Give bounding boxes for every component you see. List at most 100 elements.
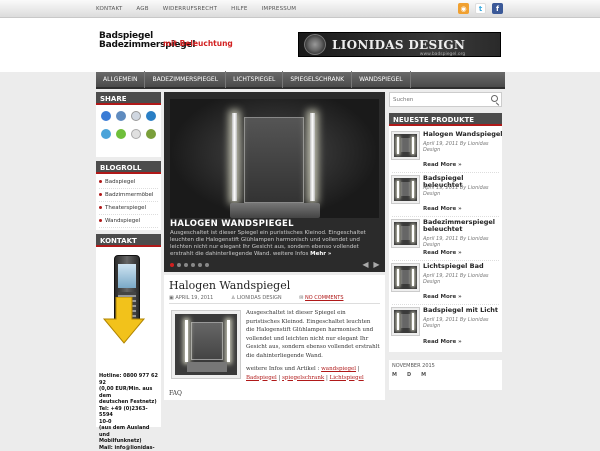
product-date: April 19, 2011 By Lionidas Design <box>423 141 503 153</box>
nav-lichtspiegel[interactable]: LICHTSPIEGEL <box>226 71 283 88</box>
technorati-icon[interactable] <box>116 129 126 139</box>
product-read-more[interactable]: Read More » <box>423 162 462 168</box>
post-title[interactable]: Halogen Wandspiegel <box>169 279 380 294</box>
product-name[interactable]: Halogen Wandspiegel <box>423 131 503 138</box>
logo-accent: mit Beleuchtung <box>163 39 233 48</box>
product-item[interactable]: Halogen Wandspiegel April 19, 2011 By Li… <box>392 129 499 173</box>
slide-arrows: ◀ ▶ <box>362 260 380 269</box>
banner-url: www.badspiegel.org <box>420 52 465 57</box>
product-item[interactable]: Badezimmerspiegel beleuchtet April 19, 2… <box>392 217 499 261</box>
slide-dot[interactable] <box>170 263 174 267</box>
product-name[interactable]: Lichtspiegel Bad <box>423 263 503 270</box>
product-item[interactable]: Lichtspiegel Bad April 19, 2011 By Lioni… <box>392 261 499 305</box>
topnav-impressum[interactable]: IMPRESSUM <box>262 6 297 12</box>
slide-dot[interactable] <box>177 263 181 267</box>
post-excerpt: Ausgeschaltet ist dieser Spiegel ein pur… <box>246 309 380 360</box>
blogroll-item[interactable]: Wandspiegel <box>99 215 158 228</box>
stumbleupon-icon[interactable] <box>146 111 156 121</box>
next-arrow-icon[interactable]: ▶ <box>373 260 380 269</box>
post-date: ▣ APRIL 19, 2011 <box>169 295 221 301</box>
post-date-text: APRIL 19, 2011 <box>175 295 213 301</box>
kontakt-mail[interactable]: Mail: info@lionidas- <box>99 445 159 451</box>
calendar-day: M <box>392 372 397 378</box>
topnav-agb[interactable]: AGB <box>136 6 148 12</box>
kontakt-box: Hotline: 0800 977 62 92 (0,00 EUR/Min. a… <box>96 247 161 427</box>
digg-icon[interactable] <box>116 111 126 121</box>
product-thumbnail[interactable] <box>392 132 419 159</box>
rss-icon[interactable]: ◉ <box>458 3 469 14</box>
furl-icon[interactable] <box>146 129 156 139</box>
product-date: April 19, 2011 By Lionidas Design <box>423 273 503 285</box>
banner-brand: LIONIDAS DESIGNwww.badspiegel.org <box>332 38 465 52</box>
share-box <box>96 105 161 157</box>
post-meta: ▣ APRIL 19, 2011 ♙ LIONIDAS DESIGN ✉ NO … <box>169 295 380 304</box>
product-name[interactable]: Badspiegel mit Licht <box>423 307 503 314</box>
left-sidebar: SHARE BLOGROLL Badspiegel Badzimmermöbel… <box>96 92 161 427</box>
nav-allgemein[interactable]: ALLGEMEIN <box>96 71 145 88</box>
blogroll-item[interactable]: Badspiegel <box>99 176 158 189</box>
right-sidebar: NEUESTE PRODUKTE Halogen Wandspiegel Apr… <box>389 92 502 390</box>
twitter-share-icon[interactable] <box>101 129 111 139</box>
product-thumbnail[interactable] <box>392 220 419 247</box>
blogroll-item[interactable]: Theaterspiegel <box>99 202 158 215</box>
post-comments-link[interactable]: NO COMMENTS <box>305 295 343 301</box>
calendar-days: M D M <box>392 372 499 378</box>
nav-spiegelschrank[interactable]: SPIEGELSCHRANK <box>283 71 352 88</box>
reddit-icon[interactable] <box>131 111 141 121</box>
neueste-list: Halogen Wandspiegel April 19, 2011 By Li… <box>389 126 502 352</box>
lion-logo-icon <box>304 34 326 55</box>
product-item[interactable]: Badspiegel beleuchtet April 19, 2011 By … <box>392 173 499 217</box>
nav-wandspiegel[interactable]: WANDSPIEGEL <box>352 71 411 88</box>
nav-badezimmerspiegel[interactable]: BADEZIMMERSPIEGEL <box>145 71 226 88</box>
product-thumbnail[interactable] <box>392 308 419 335</box>
post-link-badspiegel[interactable]: Badspiegel <box>246 375 277 381</box>
delicious-icon[interactable] <box>101 111 111 121</box>
post-link-wandspiegel[interactable]: wandspiegel <box>321 366 356 372</box>
post-link-spiegelschrank[interactable]: spiegelschrank <box>282 375 324 381</box>
topnav-hilfe[interactable]: HILFE <box>231 6 247 12</box>
topnav-widerrufsrecht[interactable]: WIDERRUFSRECHT <box>163 6 217 12</box>
facebook-icon[interactable]: f <box>492 3 503 14</box>
topnav-kontakt[interactable]: KONTAKT <box>96 6 122 12</box>
slide-text: Ausgeschaltet ist dieser Spiegel ein pur… <box>170 230 380 258</box>
blogroll-item[interactable]: Badzimmermöbel <box>99 189 158 202</box>
product-thumbnail[interactable] <box>392 264 419 291</box>
post-author: ♙ LIONIDAS DESIGN <box>231 295 290 301</box>
google-icon[interactable] <box>131 129 141 139</box>
slide-title[interactable]: HALOGEN WANDSPIEGEL <box>170 219 294 229</box>
lionidas-banner[interactable]: LIONIDAS DESIGNwww.badspiegel.org <box>298 32 501 57</box>
product-name[interactable]: Badezimmerspiegel beleuchtet <box>423 219 503 233</box>
calendar-widget: NOVEMBER 2015 M D M <box>389 360 502 390</box>
post-article: Halogen Wandspiegel ▣ APRIL 19, 2011 ♙ L… <box>164 275 385 400</box>
search-input[interactable] <box>390 93 485 106</box>
product-thumbnail[interactable] <box>392 176 419 203</box>
arrow-down-icon <box>102 297 146 345</box>
slide-image[interactable] <box>170 99 379 218</box>
site-logo[interactable]: Badspiegel Badezimmerspiegel mit Beleuch… <box>99 32 195 50</box>
slide-dot[interactable] <box>205 263 209 267</box>
slide-dot[interactable] <box>184 263 188 267</box>
post-link-lichtspiegel[interactable]: Lichtspiegel <box>330 375 364 381</box>
banner-brand-text: LIONIDAS DESIGN <box>332 38 465 52</box>
site-header: Badspiegel Badezimmerspiegel mit Beleuch… <box>0 18 600 72</box>
post-links: weitere Infos und Artikel : wandspiegel … <box>246 365 380 382</box>
prev-arrow-icon[interactable]: ◀ <box>362 260 369 269</box>
kontakt-line: (aus dem Ausland und <box>99 425 159 438</box>
product-read-more[interactable]: Read More » <box>423 294 462 300</box>
main-nav: ALLGEMEIN BADEZIMMERSPIEGEL LICHTSPIEGEL… <box>96 72 505 89</box>
featured-slider[interactable]: HALOGEN WANDSPIEGEL Ausgeschaltet ist di… <box>164 92 385 272</box>
product-read-more[interactable]: Read More » <box>423 250 462 256</box>
post-author-text: LIONIDAS DESIGN <box>237 295 282 301</box>
slide-dot[interactable] <box>198 263 202 267</box>
slide-more-link[interactable]: Mehr » <box>310 251 331 257</box>
post-thumbnail[interactable] <box>172 311 240 378</box>
twitter-icon[interactable]: t <box>475 3 486 14</box>
search-icon[interactable] <box>491 95 498 102</box>
calendar-day: D <box>407 372 411 378</box>
top-nav: KONTAKT AGB WIDERRUFSRECHT HILFE IMPRESS… <box>96 0 310 18</box>
product-read-more[interactable]: Read More » <box>423 206 462 212</box>
product-read-more[interactable]: Read More » <box>423 339 462 345</box>
product-item[interactable]: Badspiegel mit Licht April 19, 2011 By L… <box>392 305 499 349</box>
slide-dot[interactable] <box>191 263 195 267</box>
slide-dots <box>170 263 209 267</box>
